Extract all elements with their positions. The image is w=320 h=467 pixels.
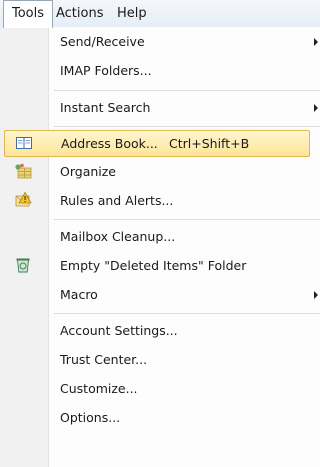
menu-help[interactable]: Help bbox=[109, 0, 155, 27]
menu-item-organize[interactable]: Organize bbox=[0, 157, 320, 186]
menu-item-label: Send/Receive bbox=[60, 34, 145, 49]
menu-item-address-book[interactable]: Address Book... Ctrl+Shift+B bbox=[4, 130, 310, 157]
address-book-icon bbox=[16, 137, 32, 149]
menu-item-label: Trust Center... bbox=[60, 352, 148, 367]
menu-item-account-settings[interactable]: Account Settings... bbox=[0, 316, 320, 345]
menu-item-trust-center[interactable]: Trust Center... bbox=[0, 345, 320, 374]
menu-item-label: Address Book... bbox=[61, 136, 158, 151]
keyboard-shortcut: Ctrl+Shift+B bbox=[169, 136, 250, 151]
menu-item-instant-search[interactable]: Instant Search bbox=[0, 93, 320, 122]
recycle-bin-icon bbox=[16, 258, 30, 273]
menu-item-label: Empty "Deleted Items" Folder bbox=[60, 258, 247, 273]
menu-item-options[interactable]: Options... bbox=[0, 403, 320, 432]
submenu-arrow-icon bbox=[314, 38, 318, 46]
menu-item-label: Account Settings... bbox=[60, 323, 178, 338]
menu-item-label: Mailbox Cleanup... bbox=[60, 229, 176, 244]
rules-alerts-icon bbox=[15, 192, 32, 207]
menu-item-label: IMAP Folders... bbox=[60, 63, 152, 78]
menu-item-label: Instant Search bbox=[60, 100, 151, 115]
menu-item-mailbox-cleanup[interactable]: Mailbox Cleanup... bbox=[0, 222, 320, 251]
menu-separator bbox=[54, 90, 320, 91]
menu-item-label: Rules and Alerts... bbox=[60, 193, 174, 208]
menu-separator bbox=[54, 219, 320, 220]
menu-item-customize[interactable]: Customize... bbox=[0, 374, 320, 403]
menu-item-label: Organize bbox=[60, 164, 116, 179]
submenu-arrow-icon bbox=[314, 104, 318, 112]
menu-item-label: Customize... bbox=[60, 381, 138, 396]
menu-separator bbox=[54, 126, 320, 127]
menu-item-send-receive[interactable]: Send/Receive bbox=[0, 27, 320, 56]
menu-actions[interactable]: Actions bbox=[48, 0, 112, 27]
menu-item-label: Options... bbox=[60, 410, 121, 425]
tools-dropdown-menu: Send/Receive IMAP Folders... Instant Sea… bbox=[0, 27, 320, 467]
menu-item-imap-folders[interactable]: IMAP Folders... bbox=[0, 56, 320, 85]
menu-tools[interactable]: Tools bbox=[3, 0, 54, 28]
submenu-arrow-icon bbox=[314, 291, 318, 299]
menu-separator bbox=[54, 313, 320, 314]
menu-item-macro[interactable]: Macro bbox=[0, 280, 320, 309]
menu-item-rules-and-alerts[interactable]: Rules and Alerts... bbox=[0, 186, 320, 215]
menu-item-label: Macro bbox=[60, 287, 98, 302]
organize-icon bbox=[15, 163, 32, 179]
menu-bar: Tools Actions Help bbox=[0, 0, 320, 28]
menu-item-empty-deleted-items[interactable]: Empty "Deleted Items" Folder bbox=[0, 251, 320, 280]
